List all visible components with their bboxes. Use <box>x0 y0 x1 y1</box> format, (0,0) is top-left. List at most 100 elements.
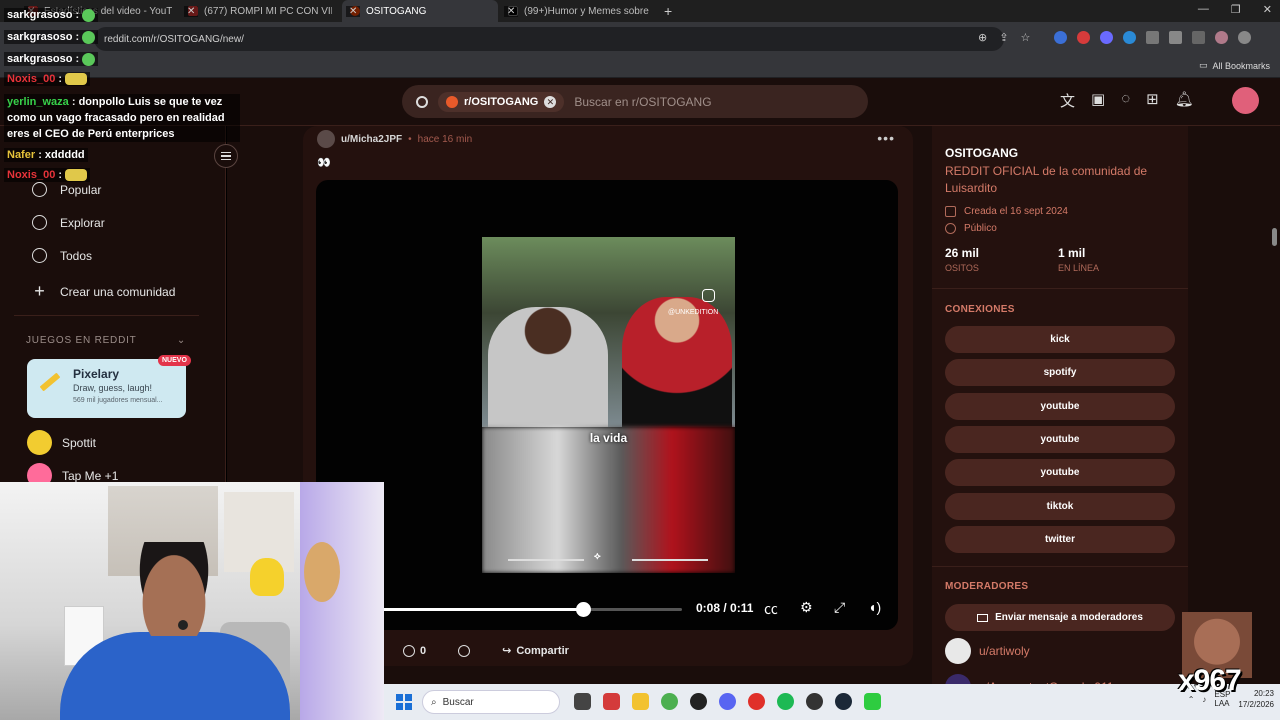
chart-icon <box>32 248 47 263</box>
extension-icon[interactable] <box>1054 31 1067 44</box>
all-bookmarks-button[interactable]: ▭ All Bookmarks <box>1199 60 1270 71</box>
ad-icon[interactable]: ▣ <box>1091 90 1105 111</box>
close-icon[interactable]: ✕ <box>184 5 199 17</box>
avatar[interactable] <box>317 130 335 148</box>
app-icon[interactable] <box>864 693 881 710</box>
connection-twitter[interactable]: twitter <box>945 526 1175 553</box>
video-frame: @UNKEDITION la vida ⟡ <box>482 237 735 573</box>
message-moderators-button[interactable]: Enviar mensaje a moderadores <box>945 604 1175 631</box>
comment-icon <box>403 644 415 657</box>
translate-icon[interactable]: 文 <box>1060 90 1075 111</box>
featured-game-card[interactable]: Pixelary Draw, guess, laugh! 569 mil jug… <box>27 359 186 418</box>
divider-line <box>508 559 584 561</box>
nav-item-todos[interactable]: Todos <box>32 248 92 263</box>
clock[interactable]: 20:23 17/2/2026 <box>1238 688 1274 710</box>
connection-youtube[interactable]: youtube <box>945 426 1175 453</box>
discord-icon[interactable] <box>719 693 736 710</box>
nav-item-crear-comunidad[interactable]: + Crear una comunidad <box>32 281 175 302</box>
chat-icon[interactable]: ◌ <box>1121 90 1130 111</box>
spotify-icon[interactable] <box>777 693 794 710</box>
post-card[interactable]: u/Micha2JPF • hace 16 min ••• 👀 @UNKEDIT… <box>303 126 913 666</box>
app-icon[interactable] <box>806 693 823 710</box>
moderator-item[interactable]: u/artiwoly <box>945 638 1030 664</box>
new-tab-button[interactable]: + <box>664 3 672 19</box>
puzzle-icon[interactable] <box>1169 31 1182 44</box>
app-icon[interactable] <box>690 693 707 710</box>
tab-ositogang[interactable]: OSITOGANG ✕ <box>342 0 498 22</box>
game-item-spottit[interactable]: Spottit <box>27 430 96 455</box>
games-section-header[interactable]: JUEGOS EN REDDIT ⌄ <box>26 335 186 346</box>
window-controls: — ❐ ✕ <box>1198 3 1272 16</box>
community-filter-chip[interactable]: r/OSITOGANG ✕ <box>438 91 565 112</box>
minimize-icon[interactable]: — <box>1198 3 1209 16</box>
game-label: Tap Me +1 <box>62 468 119 483</box>
more-options-icon[interactable]: ••• <box>877 130 895 146</box>
extension-icon[interactable] <box>1077 31 1090 44</box>
close-window-icon[interactable]: ✕ <box>1263 3 1272 16</box>
search-icon <box>416 95 428 108</box>
media-icon[interactable] <box>1192 31 1205 44</box>
user-avatar[interactable] <box>1232 87 1259 114</box>
connection-spotify[interactable]: spotify <box>945 359 1175 386</box>
captions-icon[interactable]: ㏄ <box>764 599 778 619</box>
connection-youtube[interactable]: youtube <box>945 393 1175 420</box>
avatar <box>945 638 971 664</box>
nav-item-explorar[interactable]: Explorar <box>32 215 105 230</box>
star-icon[interactable]: ☆ <box>1020 31 1030 44</box>
install-icon[interactable]: ⇪ <box>999 31 1008 44</box>
video-caption: la vida <box>589 431 628 445</box>
restore-icon[interactable]: ❐ <box>1231 3 1241 16</box>
video-player[interactable]: @UNKEDITION la vida ⟡ 0:08 / 0:11 ㏄ ⚙ ⤢ … <box>316 180 898 630</box>
connection-youtube[interactable]: youtube <box>945 459 1175 486</box>
kebab-menu-icon[interactable] <box>1238 31 1251 44</box>
address-bar[interactable]: reddit.com/r/OSITOGANG/new/ <box>94 27 1004 51</box>
opera-icon[interactable] <box>748 693 765 710</box>
tab-tiktok[interactable]: (99+)Humor y Memes sobre Q... ✕ <box>500 0 658 22</box>
extension-icon[interactable] <box>1100 31 1113 44</box>
page-scrollbar[interactable] <box>1272 228 1277 246</box>
share-button[interactable]: ↪ Compartir <box>492 638 579 663</box>
tab-youtube-video[interactable]: (677) ROMPI MI PC CON VIRUS ✕ <box>180 0 340 22</box>
spottit-icon <box>27 430 52 455</box>
extension-icon[interactable] <box>1146 31 1159 44</box>
taskbar-search[interactable]: ⌕ Buscar <box>422 690 560 714</box>
folder-icon[interactable] <box>632 693 649 710</box>
online-value: 1 mil <box>1058 246 1086 260</box>
windows-start-icon[interactable] <box>396 694 412 710</box>
reaction-counter: x967 <box>1178 664 1242 697</box>
award-button[interactable] <box>448 639 480 663</box>
webcam-guitar <box>304 542 340 602</box>
nav-item-popular[interactable]: Popular <box>32 182 101 197</box>
seek-handle[interactable] <box>576 602 592 617</box>
community-name: OSITOGANG <box>945 146 1019 160</box>
extension-icon[interactable] <box>1123 31 1136 44</box>
profile-icon[interactable] <box>1215 31 1228 44</box>
close-icon[interactable]: ✕ <box>504 5 519 17</box>
tab-label: (677) ROMPI MI PC CON VIRUS <box>204 5 332 17</box>
zoom-icon[interactable]: ⊕ <box>978 31 987 44</box>
file-icon[interactable] <box>574 693 591 710</box>
comments-button[interactable]: 0 <box>393 639 436 663</box>
app-icon[interactable] <box>603 693 620 710</box>
steam-icon[interactable] <box>835 693 852 710</box>
create-post-icon[interactable]: ⊞ <box>1146 90 1159 111</box>
connection-kick[interactable]: kick <box>945 326 1175 353</box>
collapse-sidebar-button[interactable] <box>214 144 238 168</box>
fullscreen-icon[interactable]: ⤢ <box>834 599 845 616</box>
volume-icon[interactable]: ◖) <box>868 599 881 615</box>
chat-user: sarkgrasoso <box>7 31 73 43</box>
post-title[interactable]: 👀 <box>317 156 331 169</box>
connection-tiktok[interactable]: tiktok <box>945 493 1175 520</box>
close-icon[interactable]: ✕ <box>346 5 361 17</box>
clear-chip-icon[interactable]: ✕ <box>544 95 557 108</box>
chat-user: yerlin_waza <box>7 96 69 108</box>
chat-message: sarkgrasoso : <box>4 52 99 66</box>
chrome-icon[interactable] <box>661 693 678 710</box>
search-placeholder[interactable]: Buscar en r/OSITOGANG <box>574 95 711 109</box>
divider <box>14 315 199 316</box>
notifications-icon[interactable]: 🔔︎ <box>1175 90 1194 111</box>
search-bar[interactable]: r/OSITOGANG ✕ Buscar en r/OSITOGANG <box>402 85 868 118</box>
tab-label: OSITOGANG <box>366 5 427 17</box>
settings-icon[interactable]: ⚙ <box>800 599 813 616</box>
post-author[interactable]: u/Micha2JPF <box>341 134 402 145</box>
